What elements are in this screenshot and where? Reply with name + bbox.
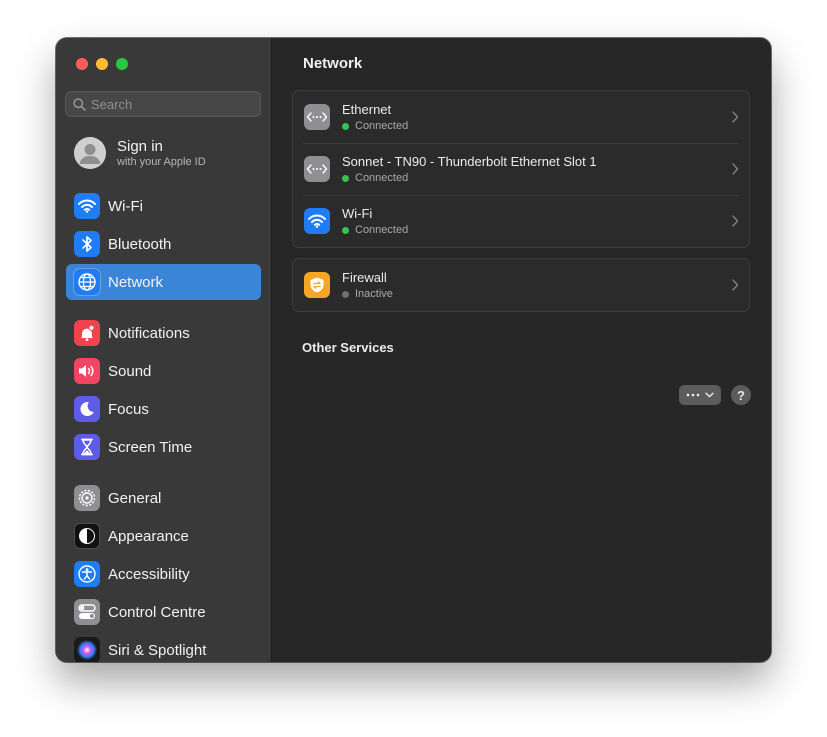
zoom-window-button[interactable] <box>116 58 128 70</box>
chevron-right-icon <box>732 215 739 227</box>
search-field[interactable] <box>65 91 261 117</box>
service-row-wifi[interactable]: Wi-Fi Connected <box>293 195 749 247</box>
sidebar-item-label: Wi-Fi <box>108 197 143 215</box>
chevron-right-icon <box>732 279 739 291</box>
ethernet-icon <box>304 104 330 130</box>
settings-window: Sign in with your Apple ID Wi-Fi <box>56 38 771 662</box>
service-status: Inactive <box>355 287 393 300</box>
sidebar-item-bluetooth[interactable]: Bluetooth <box>66 226 261 262</box>
sidebar-item-label: Bluetooth <box>108 235 172 253</box>
ethernet-icon <box>304 156 330 182</box>
sidebar-item-label: Notifications <box>108 324 190 342</box>
service-name: Wi-Fi <box>342 205 373 221</box>
sidebar-item-wifi[interactable]: Wi-Fi <box>66 188 261 224</box>
window-controls <box>76 58 128 70</box>
person-icon <box>74 137 106 169</box>
service-row-thunderbolt-ethernet[interactable]: Sonnet - TN90 - Thunderbolt Ethernet Slo… <box>293 143 749 195</box>
sign-in-label: Sign in <box>117 137 163 155</box>
sidebar-item-general[interactable]: General <box>66 480 261 516</box>
wifi-icon <box>74 193 100 219</box>
ellipsis-icon <box>686 393 700 397</box>
moon-icon <box>74 396 100 422</box>
page-title: Network <box>303 55 363 72</box>
help-button[interactable]: ? <box>731 385 751 405</box>
sidebar-item-accessibility[interactable]: Accessibility <box>66 556 261 592</box>
toggles-icon <box>74 599 100 625</box>
service-row-firewall[interactable]: Firewall Inactive <box>293 259 749 311</box>
sidebar-item-screen-time[interactable]: Screen Time <box>66 429 261 465</box>
more-actions-button[interactable] <box>679 385 721 405</box>
globe-icon <box>74 269 100 295</box>
sidebar-item-sound[interactable]: Sound <box>66 353 261 389</box>
chevron-right-icon <box>732 111 739 123</box>
firewall-card: Firewall Inactive <box>292 258 750 312</box>
sidebar-item-label: Control Centre <box>108 603 206 621</box>
network-pane: Network Ethernet Connected Sonnet - TN90… <box>272 38 771 662</box>
hourglass-icon <box>74 434 100 460</box>
sidebar: Sign in with your Apple ID Wi-Fi <box>56 38 272 662</box>
sidebar-item-focus[interactable]: Focus <box>66 391 261 427</box>
service-name: Sonnet - TN90 - Thunderbolt Ethernet Slo… <box>342 153 597 169</box>
firewall-icon <box>304 272 330 298</box>
search-input[interactable] <box>91 96 251 112</box>
search-icon <box>73 97 86 111</box>
sidebar-item-label: Focus <box>108 400 149 418</box>
wifi-icon <box>304 208 330 234</box>
avatar <box>74 137 106 169</box>
speaker-icon <box>74 358 100 384</box>
other-services-heading: Other Services <box>302 340 394 355</box>
service-status: Connected <box>355 171 409 184</box>
status-indicator <box>342 174 349 182</box>
sidebar-item-label: Siri & Spotlight <box>108 641 207 659</box>
bluetooth-icon <box>74 231 100 257</box>
sidebar-item-label: Screen Time <box>108 438 193 456</box>
chevron-right-icon <box>732 163 739 175</box>
service-status: Connected <box>355 119 409 132</box>
service-name: Firewall <box>342 269 387 285</box>
appearance-icon <box>74 523 100 549</box>
status-indicator <box>342 290 349 298</box>
service-status: Connected <box>355 223 409 236</box>
sidebar-item-notifications[interactable]: Notifications <box>66 315 261 351</box>
bell-icon <box>74 320 100 346</box>
sidebar-item-siri-spotlight[interactable]: Siri & Spotlight <box>66 632 261 662</box>
status-indicator <box>342 226 349 234</box>
apple-id-sign-in[interactable]: Sign in with your Apple ID <box>74 135 264 171</box>
siri-icon <box>74 637 100 662</box>
sidebar-item-label: Appearance <box>108 527 189 545</box>
sidebar-item-control-centre[interactable]: Control Centre <box>66 594 261 630</box>
accessibility-icon <box>74 561 100 587</box>
chevron-down-icon <box>705 392 714 398</box>
sidebar-item-label: Accessibility <box>108 565 190 583</box>
sign-in-sublabel: with your Apple ID <box>117 155 206 168</box>
service-name: Ethernet <box>342 101 392 117</box>
sidebar-item-label: General <box>108 489 162 507</box>
sidebar-item-network[interactable]: Network <box>66 264 261 300</box>
close-window-button[interactable] <box>76 58 88 70</box>
gear-icon <box>74 485 100 511</box>
sidebar-item-appearance[interactable]: Appearance <box>66 518 261 554</box>
status-indicator <box>342 122 349 130</box>
sidebar-item-label: Network <box>108 273 164 291</box>
minimize-window-button[interactable] <box>96 58 108 70</box>
network-services-list: Ethernet Connected Sonnet - TN90 - Thund… <box>292 90 750 248</box>
service-row-ethernet[interactable]: Ethernet Connected <box>293 91 749 143</box>
sidebar-item-label: Sound <box>108 362 152 380</box>
